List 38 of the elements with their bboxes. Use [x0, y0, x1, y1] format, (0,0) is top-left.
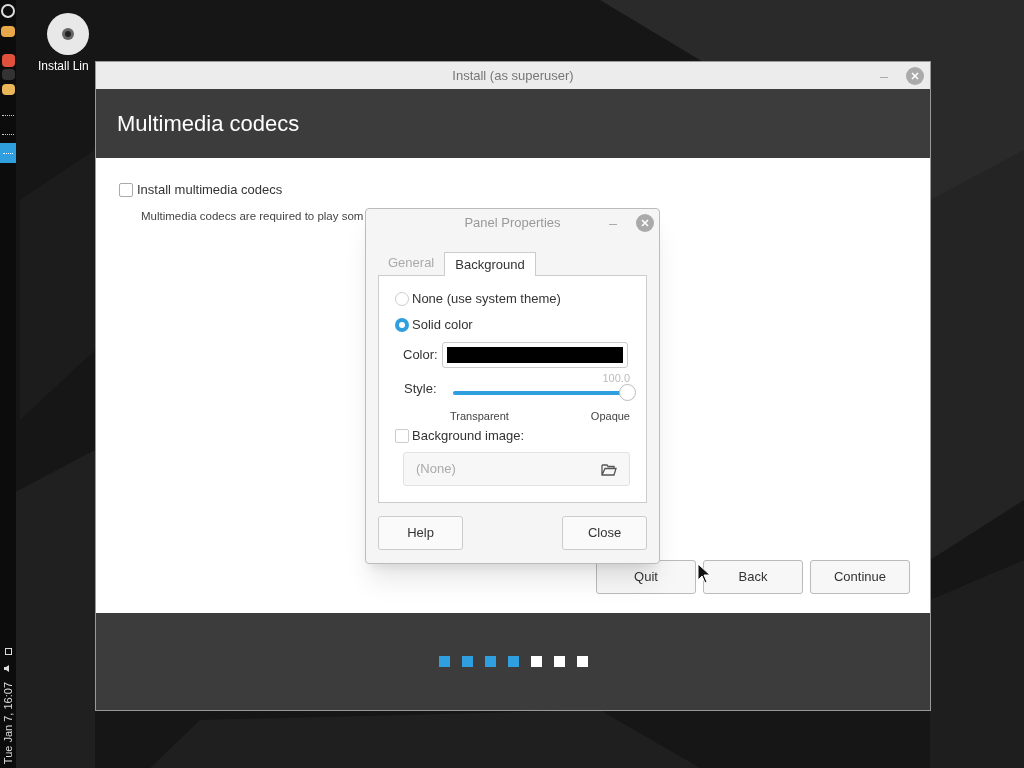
- footer-button[interactable]: Quit: [596, 560, 696, 594]
- field-label: Style:: [404, 380, 437, 398]
- cursor-icon: [697, 563, 711, 585]
- footer-button[interactable]: Back: [703, 560, 803, 594]
- close-icon: [911, 72, 919, 80]
- checkbox[interactable]: [395, 429, 409, 443]
- radio-button[interactable]: [395, 292, 409, 306]
- close-button[interactable]: [636, 214, 654, 232]
- window-title: Install (as superuser): [452, 66, 574, 85]
- tab[interactable]: Background: [444, 252, 536, 276]
- footer-button[interactable]: Continue: [810, 560, 910, 594]
- checkbox-label[interactable]: Install multimedia codecs: [137, 180, 283, 200]
- radio-label[interactable]: Solid color: [412, 315, 473, 335]
- color-button[interactable]: [442, 342, 628, 368]
- radio-label[interactable]: None (use system theme): [412, 289, 561, 309]
- radio-button[interactable]: [395, 318, 409, 332]
- slider-handle[interactable]: [619, 384, 636, 401]
- close-icon: [641, 219, 649, 227]
- field-label: Color:: [402, 346, 439, 365]
- volume-icon[interactable]: [4, 664, 12, 672]
- dialog-button[interactable]: Help: [378, 516, 463, 550]
- checkbox-label[interactable]: Background image:: [412, 426, 524, 446]
- close-button[interactable]: [906, 67, 924, 85]
- description: Multimedia codecs are required to play som: [141, 209, 364, 224]
- disc-icon[interactable]: [46, 12, 90, 56]
- slider[interactable]: [453, 384, 636, 402]
- window-icon[interactable]: [2, 115, 14, 118]
- menu-icon[interactable]: [1, 4, 15, 18]
- clock[interactable]: Tue Jan 7, 16:07: [0, 681, 17, 764]
- window-icon[interactable]: [2, 134, 14, 137]
- checkbox[interactable]: [119, 182, 133, 197]
- slider-min-label: Transparent: [450, 409, 509, 424]
- page-heading: Multimedia codecs: [117, 110, 300, 138]
- dialog-button[interactable]: Close: [562, 516, 647, 550]
- icon-label[interactable]: Install Lin: [38, 57, 98, 75]
- slider-value: 100.0: [602, 371, 630, 386]
- slider-max-label: Opaque: [590, 409, 630, 424]
- dialog-title: Panel Properties: [464, 214, 561, 233]
